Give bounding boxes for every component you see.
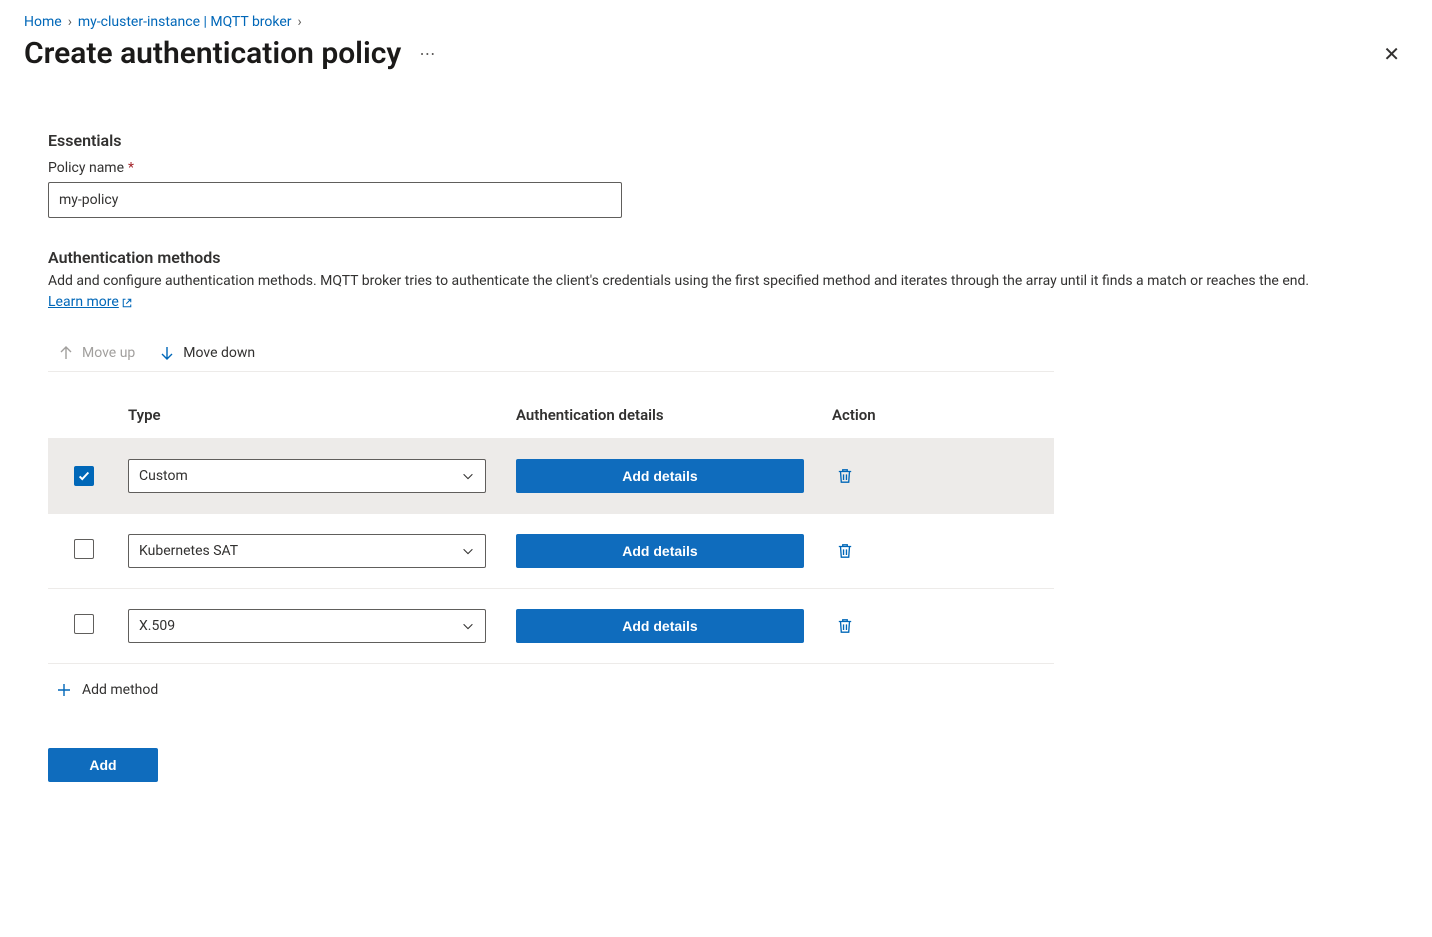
delete-row-button[interactable] [832, 463, 858, 489]
chevron-down-icon [461, 469, 475, 483]
plus-icon [56, 682, 72, 698]
delete-row-button[interactable] [832, 613, 858, 639]
auth-methods-description: Add and configure authentication methods… [48, 271, 1384, 313]
chevron-right-icon: › [298, 14, 302, 30]
trash-icon [836, 467, 854, 485]
policy-name-label: Policy name [48, 160, 124, 176]
add-method-button[interactable]: Add method [48, 664, 158, 698]
column-type: Type [120, 380, 508, 439]
close-icon[interactable]: ✕ [1375, 38, 1408, 70]
trash-icon [836, 617, 854, 635]
essentials-heading: Essentials [48, 131, 1384, 150]
row-checkbox[interactable] [74, 614, 94, 634]
learn-more-link[interactable]: Learn more [48, 292, 133, 313]
arrow-down-icon [159, 345, 175, 361]
table-row[interactable]: Kubernetes SAT Add details [48, 514, 1054, 589]
type-select[interactable]: Custom [128, 459, 486, 493]
breadcrumb-home[interactable]: Home [24, 14, 62, 30]
trash-icon [836, 542, 854, 560]
table-row[interactable]: Custom Add details [48, 439, 1054, 514]
move-up-button: Move up [58, 345, 135, 361]
more-actions-icon[interactable]: ⋯ [419, 44, 437, 63]
add-details-button[interactable]: Add details [516, 459, 804, 493]
chevron-down-icon [461, 544, 475, 558]
move-down-button[interactable]: Move down [159, 345, 255, 361]
add-details-button[interactable]: Add details [516, 534, 804, 568]
page-title: Create authentication policy [24, 36, 401, 71]
arrow-up-icon [58, 345, 74, 361]
policy-name-input[interactable] [48, 182, 622, 218]
breadcrumb: Home › my-cluster-instance | MQTT broker… [24, 14, 1408, 30]
breadcrumb-instance[interactable]: my-cluster-instance | MQTT broker [78, 14, 292, 30]
type-value: Custom [139, 468, 188, 484]
chevron-right-icon: › [68, 14, 72, 30]
type-select[interactable]: Kubernetes SAT [128, 534, 486, 568]
required-indicator: * [128, 160, 134, 176]
column-details: Authentication details [508, 380, 824, 439]
type-value: Kubernetes SAT [139, 543, 238, 559]
row-checkbox[interactable] [74, 539, 94, 559]
table-row[interactable]: X.509 Add details [48, 589, 1054, 664]
auth-methods-heading: Authentication methods [48, 248, 1384, 267]
row-checkbox[interactable] [74, 466, 94, 486]
add-button[interactable]: Add [48, 748, 158, 782]
external-link-icon [121, 297, 133, 309]
type-select[interactable]: X.509 [128, 609, 486, 643]
chevron-down-icon [461, 619, 475, 633]
type-value: X.509 [139, 618, 175, 634]
add-details-button[interactable]: Add details [516, 609, 804, 643]
auth-methods-table: Type Authentication details Action Custo… [48, 380, 1054, 664]
column-action: Action [824, 380, 1054, 439]
delete-row-button[interactable] [832, 538, 858, 564]
